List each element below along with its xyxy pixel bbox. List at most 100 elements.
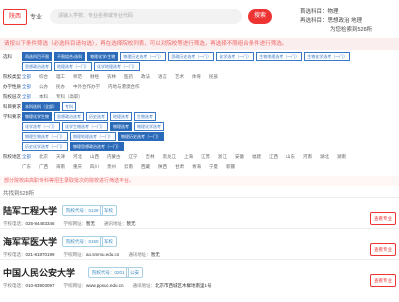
filter-option[interactable]: 江西 [269, 152, 278, 162]
school-tag-badge: 军校 [100, 236, 117, 247]
view-majors-button[interactable]: 查看专业 [370, 274, 396, 287]
filter-option[interactable]: 四川 [90, 162, 99, 172]
filter-option[interactable]: 全部 [22, 92, 31, 102]
filter-row: 院校类型 全部 综合 理工 师范 财经 农林 医药 政法 语言 艺术 体育 民族 [0, 72, 399, 82]
meta-value: 暂无 [150, 252, 160, 257]
filter-option[interactable]: 物理化学选考 [134, 122, 164, 131]
filter-option[interactable]: 物理历史选考（一门） [120, 52, 167, 61]
view-majors-button[interactable]: 查看专业 [370, 212, 396, 225]
filter-option[interactable]: 民办 [56, 82, 65, 92]
filter-option[interactable]: 公办 [39, 82, 48, 92]
filter-option[interactable]: 辽宁 [129, 152, 138, 162]
meta-value: 010-83903097 [25, 283, 55, 288]
filter-option[interactable]: 西藏 [141, 162, 150, 172]
filter-option[interactable]: 民族 [209, 72, 218, 82]
page: 陕西 专业 请输入学校、专业名称或专业代码 搜索 首选科目：物理 再选科目：思想… [0, 0, 399, 300]
filter-option[interactable]: 政法 [141, 72, 150, 82]
filter-option[interactable]: 全部 [22, 82, 31, 92]
filter-option[interactable]: 新疆 [226, 162, 235, 172]
filter-option[interactable]: 生物地理选考（一门） [256, 52, 303, 61]
filter-option[interactable]: 广东 [22, 162, 31, 172]
filter-option[interactable]: 财经 [90, 72, 99, 82]
filter-option[interactable]: 物理选考 [110, 122, 132, 131]
filter-option[interactable]: 贵州 [107, 162, 116, 172]
filter-option[interactable]: 思政历史选考（一门） [168, 52, 215, 61]
filter-option[interactable]: 物理生物选考（一门） [22, 132, 68, 141]
school-name[interactable]: 中国人民公安大学 [3, 266, 75, 279]
filter-option[interactable]: 宁夏 [209, 162, 218, 172]
filter-option[interactable]: 云南 [124, 162, 133, 172]
filter-option[interactable]: 农林 [107, 72, 116, 82]
filter-option[interactable]: 生物化学选考（一门） [304, 52, 351, 61]
filter-option[interactable]: 生物选考 [134, 112, 156, 121]
filter-option[interactable]: 地理选考（一门） [54, 62, 92, 71]
province-selector[interactable]: 陕西 [3, 9, 27, 25]
search-input[interactable]: 请输入学校、专业名称或专业代码 [50, 9, 242, 24]
filter-option[interactable]: 北京 [39, 152, 48, 162]
filter-option[interactable]: 本科 [39, 92, 48, 102]
filter-options: 全部 综合 理工 师范 财经 农林 医药 政法 语言 艺术 体育 民族 [22, 72, 226, 82]
filter-option[interactable]: 艺术 [175, 72, 184, 82]
meta-value: 025-84483346 [25, 221, 55, 226]
filter-option[interactable]: 中外合作办学 [73, 82, 100, 92]
filter-options: 本科选科（全部） 专科 [22, 102, 78, 112]
filter-option[interactable]: 物理地理选考（一门） [70, 132, 116, 141]
filter-option[interactable]: 化学选考（一门） [22, 122, 60, 131]
filter-option[interactable]: 海南 [56, 162, 65, 172]
filter-option[interactable]: 专科 [62, 102, 76, 111]
filter-option[interactable]: 重庆 [73, 162, 82, 172]
filter-option[interactable]: 物理化学生物 [22, 112, 52, 121]
filter-option[interactable]: 思想政治选考 [54, 112, 84, 121]
filter-option[interactable]: 地理选考 [110, 112, 132, 121]
filter-option[interactable]: 安徽 [235, 152, 244, 162]
filter-option[interactable]: 历史化学选考（一门） [22, 142, 68, 151]
filter-option[interactable]: 物理历史选考（一门） [118, 132, 164, 141]
filter-option[interactable]: 物理思想政治选考（一门） [70, 142, 124, 151]
filter-option[interactable]: 甘肃 [175, 162, 184, 172]
search-button[interactable]: 搜索 [248, 9, 272, 24]
filter-option[interactable]: 不限组合/选科 [54, 52, 86, 61]
filter-option[interactable]: 师范 [73, 72, 82, 82]
filter-row: 化学选考（一门） 化学生物选考（一门） 物理选考 物理化学选考 [0, 122, 399, 132]
filter-option[interactable]: 福建 [252, 152, 261, 162]
filter-row: 选科 再选科目不限 不限组合/选科 物理化学/生物 物理历史选考（一门） 思政历史选考（一… [0, 52, 399, 62]
view-majors-button[interactable]: 查看专业 [370, 243, 396, 256]
filter-option[interactable]: 河南 [303, 152, 312, 162]
filter-option[interactable]: 化学选考（一门） [216, 52, 255, 61]
filter-option[interactable]: 江苏 [201, 152, 210, 162]
keyword-type-label[interactable]: 专业 [30, 12, 42, 21]
filter-option[interactable]: 医药 [124, 72, 133, 82]
filter-option[interactable]: 山东 [286, 152, 295, 162]
filter-option[interactable]: 全部 [22, 72, 31, 82]
filter-option[interactable]: 语言 [158, 72, 167, 82]
filter-option[interactable]: 再选科目不限 [22, 52, 52, 61]
filter-option[interactable]: 青海 [192, 162, 201, 172]
filter-option[interactable]: 本科选科（全部） [22, 102, 60, 111]
filter-option[interactable]: 上海 [184, 152, 193, 162]
filter-option[interactable]: 陕西 [158, 162, 167, 172]
filter-option[interactable]: 物理化学/生物 [87, 52, 119, 61]
filter-option[interactable]: 体育 [192, 72, 201, 82]
filter-option[interactable]: 吉林 [146, 152, 155, 162]
filter-option[interactable]: 思想政治选考 [22, 62, 52, 71]
filter-option[interactable]: 综合 [39, 72, 48, 82]
filter-option[interactable]: 专科（高职） [56, 92, 83, 102]
filter-option[interactable]: 内蒙古 [107, 152, 121, 162]
school-name[interactable]: 海军军医大学 [3, 235, 57, 248]
filter-option[interactable]: 内地与港澳合作 [108, 82, 140, 92]
filter-option[interactable]: 河北 [73, 152, 82, 162]
filter-option[interactable]: 广西 [39, 162, 48, 172]
filter-option[interactable]: 山西 [90, 152, 99, 162]
school-name[interactable]: 陆军工程大学 [3, 204, 57, 217]
filter-option[interactable]: 理工 [56, 72, 65, 82]
filter-option[interactable]: 化学生物选考（一门） [62, 122, 108, 131]
filter-option[interactable]: 历史选考 [86, 112, 108, 121]
filter-option[interactable]: 天津 [56, 152, 65, 162]
filter-option[interactable]: 湖北 [320, 152, 329, 162]
filter-option[interactable]: 黑龙江 [163, 152, 177, 162]
filter-option[interactable]: 全部 [22, 152, 31, 162]
filter-label: 选科 [3, 54, 12, 59]
filter-option[interactable]: 浙江 [218, 152, 227, 162]
filter-option[interactable]: 化学地理选考（一门） [94, 62, 140, 71]
filter-option[interactable]: 湖南 [337, 152, 346, 162]
